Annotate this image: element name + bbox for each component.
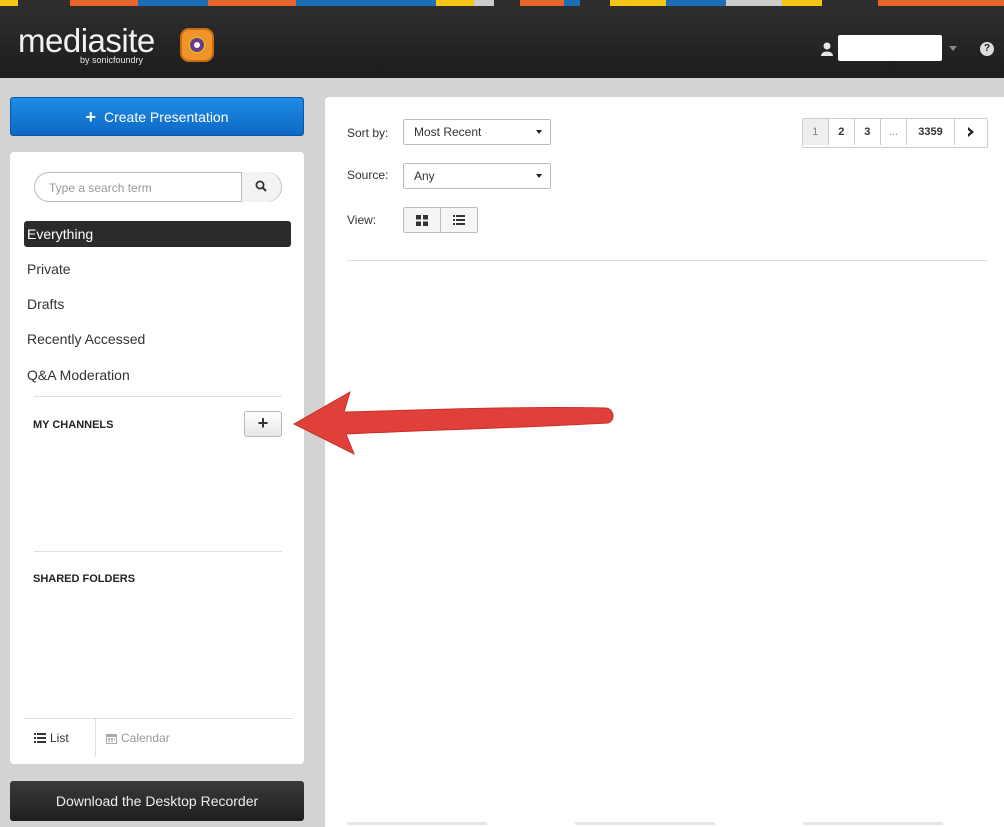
my-channels-heading: MY CHANNELS: [33, 419, 114, 431]
view-tabs: List Calendar: [24, 718, 293, 757]
faded-content-row: [347, 822, 1004, 826]
help-icon[interactable]: ?: [980, 42, 994, 56]
logo-mark-icon: [180, 28, 214, 62]
sidebar-item-private[interactable]: Private: [24, 256, 291, 282]
search-icon: [255, 180, 267, 192]
main-content: Sort by: Most Recent Source: Any View: 1…: [325, 97, 1004, 827]
source-select[interactable]: Any: [403, 163, 551, 189]
tab-calendar[interactable]: Calendar: [106, 731, 170, 745]
sidebar-divider: [34, 396, 282, 397]
tab-list[interactable]: List: [34, 731, 69, 745]
sidebar-item-qa-moderation[interactable]: Q&A Moderation: [24, 362, 291, 388]
search-button[interactable]: [241, 172, 281, 202]
chevron-right-icon: [968, 127, 974, 137]
sort-select-value: Most Recent: [414, 125, 482, 139]
user-name-field[interactable]: [838, 35, 942, 61]
download-desktop-recorder-button[interactable]: Download the Desktop Recorder: [10, 781, 304, 821]
list-icon: [34, 733, 46, 743]
tab-calendar-label: Calendar: [121, 731, 170, 745]
list-icon: [453, 215, 465, 225]
search-box: [34, 172, 282, 202]
create-presentation-label: Create Presentation: [103, 108, 229, 125]
plus-icon: +: [85, 106, 96, 127]
dropdown-arrow-icon: [536, 130, 542, 134]
tab-separator: [95, 719, 96, 757]
page-button-3[interactable]: 3: [854, 119, 881, 145]
list-view-button[interactable]: [440, 207, 478, 233]
sort-select[interactable]: Most Recent: [403, 119, 551, 145]
next-page-button[interactable]: [955, 119, 987, 145]
sidebar-divider: [34, 551, 282, 552]
sidebar-panel: Everything Private Drafts Recently Acces…: [10, 152, 304, 764]
sidebar-item-everything[interactable]: Everything: [24, 221, 291, 247]
grid-view-button[interactable]: [403, 207, 441, 233]
content-divider: [347, 260, 988, 261]
grid-icon: [416, 215, 428, 226]
tab-list-label: List: [50, 731, 69, 745]
create-presentation-button[interactable]: + Create Presentation: [10, 97, 304, 136]
add-channel-button[interactable]: +: [244, 411, 282, 437]
search-input[interactable]: [47, 177, 231, 199]
user-icon: [821, 42, 833, 56]
sort-label: Sort by:: [347, 126, 389, 140]
page-button-last[interactable]: 3359: [907, 119, 955, 145]
sidebar-item-recently-accessed[interactable]: Recently Accessed: [24, 326, 291, 352]
page-button-1[interactable]: 1: [802, 119, 829, 145]
sidebar-item-drafts[interactable]: Drafts: [24, 291, 291, 317]
source-select-value: Any: [414, 169, 435, 183]
page-button-2[interactable]: 2: [828, 119, 855, 145]
app-header: mediasite by sonicfoundry ?: [0, 6, 1004, 78]
annotation-arrow-icon: [292, 390, 614, 456]
shared-folders-heading: SHARED FOLDERS: [33, 573, 136, 585]
view-label: View:: [347, 213, 377, 227]
logo-subtext: by sonicfoundry: [80, 55, 144, 65]
calendar-icon: [106, 733, 117, 744]
pagination: 1 2 3 ... 3359: [801, 118, 988, 148]
source-label: Source:: [347, 168, 389, 182]
caret-down-icon[interactable]: [949, 46, 957, 52]
page-ellipsis: ...: [880, 119, 907, 145]
dropdown-arrow-icon: [536, 174, 542, 178]
